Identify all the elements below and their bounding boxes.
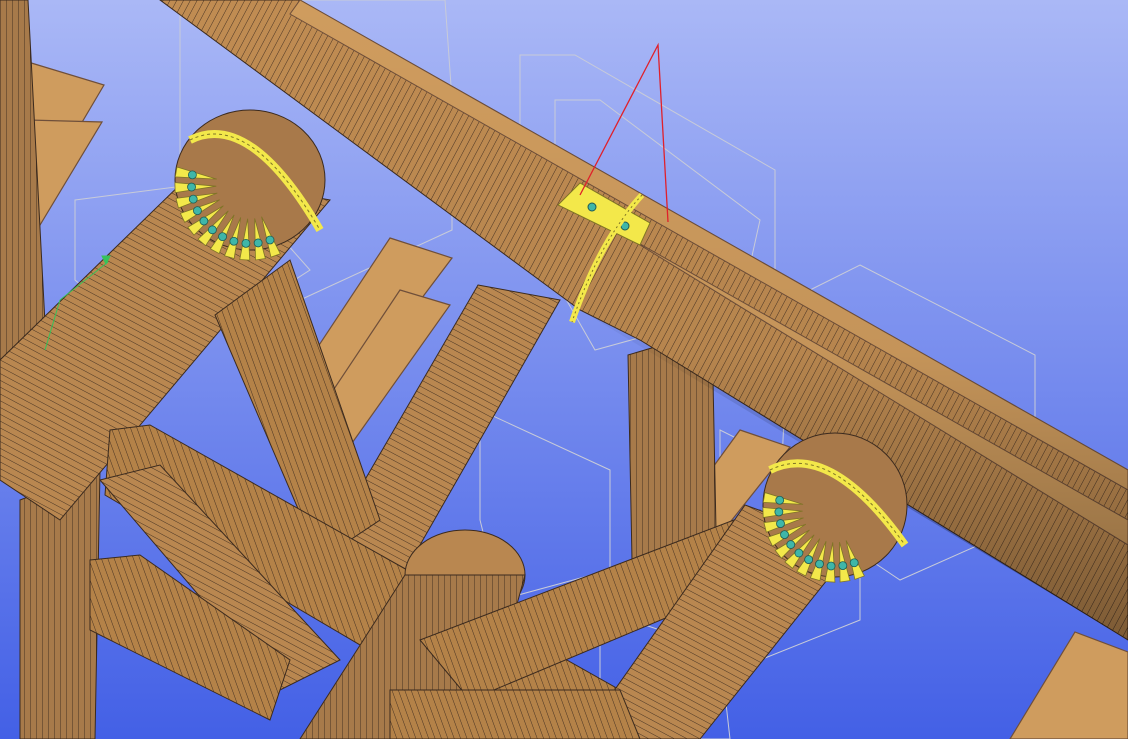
bolt-icon bbox=[780, 530, 789, 540]
bolt-icon bbox=[815, 559, 824, 569]
bolt-icon bbox=[265, 235, 275, 245]
3d-viewport[interactable] bbox=[0, 0, 1128, 739]
bolt-icon bbox=[838, 561, 848, 571]
bolt-icon bbox=[187, 182, 196, 192]
bolt-icon bbox=[187, 170, 197, 180]
bolt-icon bbox=[775, 495, 785, 505]
bolt-icon bbox=[776, 519, 785, 528]
bolt-icon bbox=[229, 236, 239, 246]
bottom-beam bbox=[389, 689, 641, 739]
bolt-icon bbox=[774, 507, 784, 517]
bolt-icon bbox=[207, 225, 217, 235]
bolt-icon bbox=[241, 238, 251, 248]
bolt-icon bbox=[199, 216, 209, 226]
bolt-icon bbox=[253, 238, 263, 248]
bolt-icon bbox=[193, 206, 202, 216]
bolt-icon bbox=[826, 561, 836, 571]
bolt-icon bbox=[804, 555, 814, 564]
bolt-icon bbox=[849, 558, 859, 568]
scene-canvas[interactable] bbox=[0, 0, 1128, 739]
bolt-icon bbox=[218, 232, 227, 242]
bolt-icon bbox=[188, 194, 198, 204]
bolt-icon bbox=[786, 540, 796, 549]
bolt-icon bbox=[794, 548, 804, 558]
